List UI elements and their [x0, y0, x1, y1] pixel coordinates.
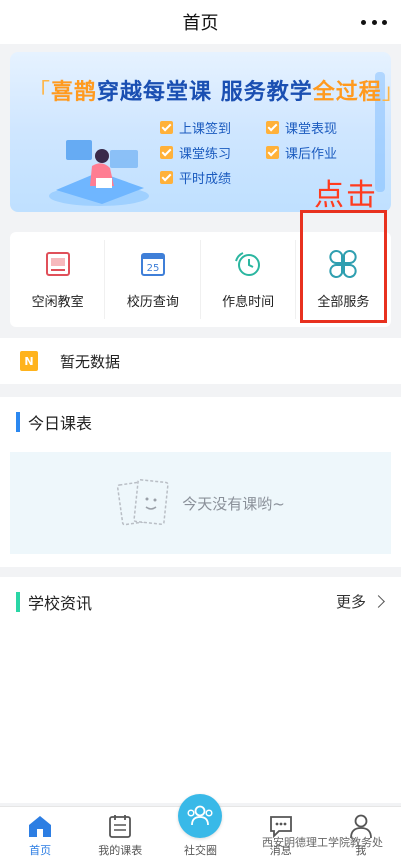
service-schedule-time[interactable]: 作息时间 [201, 232, 297, 327]
group-icon [187, 805, 213, 826]
service-free-classroom[interactable]: 空闲教室 [10, 232, 106, 327]
feature-item: 上课签到 [160, 118, 266, 137]
checkbox-icon [160, 146, 173, 159]
empty-cards-icon [117, 478, 169, 526]
feature-item: 课堂表现 [266, 118, 372, 137]
page-title: 首页 [182, 13, 219, 34]
tab-label: 首页 [29, 844, 52, 857]
social-circle-button[interactable] [178, 794, 222, 838]
today-schedule-section: 今日课表 今天没有课哟~ [0, 397, 401, 567]
section-title: 今日课表 [28, 414, 93, 433]
service-label: 作息时间 [222, 295, 275, 310]
checkbox-icon [160, 171, 173, 184]
chevron-right-icon [372, 595, 385, 608]
tap-highlight-box [300, 210, 387, 323]
notice-bar[interactable]: N 暂无数据 [0, 338, 401, 384]
empty-schedule: 今天没有课哟~ [10, 452, 391, 554]
tab-label: 我的课表 [98, 844, 143, 857]
section-title: 学校资讯 [28, 594, 93, 613]
tap-hint-label: 点击 [314, 178, 378, 213]
empty-text: 今天没有课哟~ [182, 494, 285, 513]
service-label: 校历查询 [126, 295, 179, 310]
home-icon [29, 816, 52, 837]
section-marker [16, 412, 20, 432]
checkbox-icon [160, 121, 173, 134]
checkbox-icon [266, 121, 279, 134]
news-more-link[interactable]: 更多 [335, 591, 385, 612]
watermark-text: 西安明德理工学院教务处 [262, 836, 383, 849]
school-news-section: 学校资讯 更多 [0, 577, 401, 803]
notice-icon: N [20, 351, 38, 371]
tab-home[interactable]: 首页 [0, 807, 80, 861]
feature-item: 课后作业 [266, 143, 372, 162]
more-options-icon[interactable] [361, 10, 387, 34]
tab-label: 社交圈 [184, 844, 217, 857]
feature-item: 课堂练习 [160, 143, 266, 162]
service-calendar[interactable]: 25 校历查询 [105, 232, 201, 327]
more-label: 更多 [335, 593, 366, 611]
notice-text: 暂无数据 [60, 352, 121, 371]
classroom-icon [45, 252, 70, 276]
banner-headline: 「喜鹊穿越每堂课 服务教学全过程」 [28, 80, 391, 105]
top-bar: 首页 [0, 0, 401, 44]
checkbox-icon [266, 146, 279, 159]
service-label: 空闲教室 [31, 295, 84, 310]
teacher-illustration-icon [49, 140, 149, 206]
feature-item: 平时成绩 [160, 168, 266, 187]
section-marker [16, 592, 20, 612]
tab-my-schedule[interactable]: 我的课表 [80, 807, 160, 861]
calendar-badge: 25 [147, 263, 160, 274]
calendar-icon: 25 [140, 253, 165, 276]
clock-icon [235, 252, 261, 276]
section-header: 今日课表 [0, 397, 401, 447]
schedule-icon [109, 815, 132, 838]
